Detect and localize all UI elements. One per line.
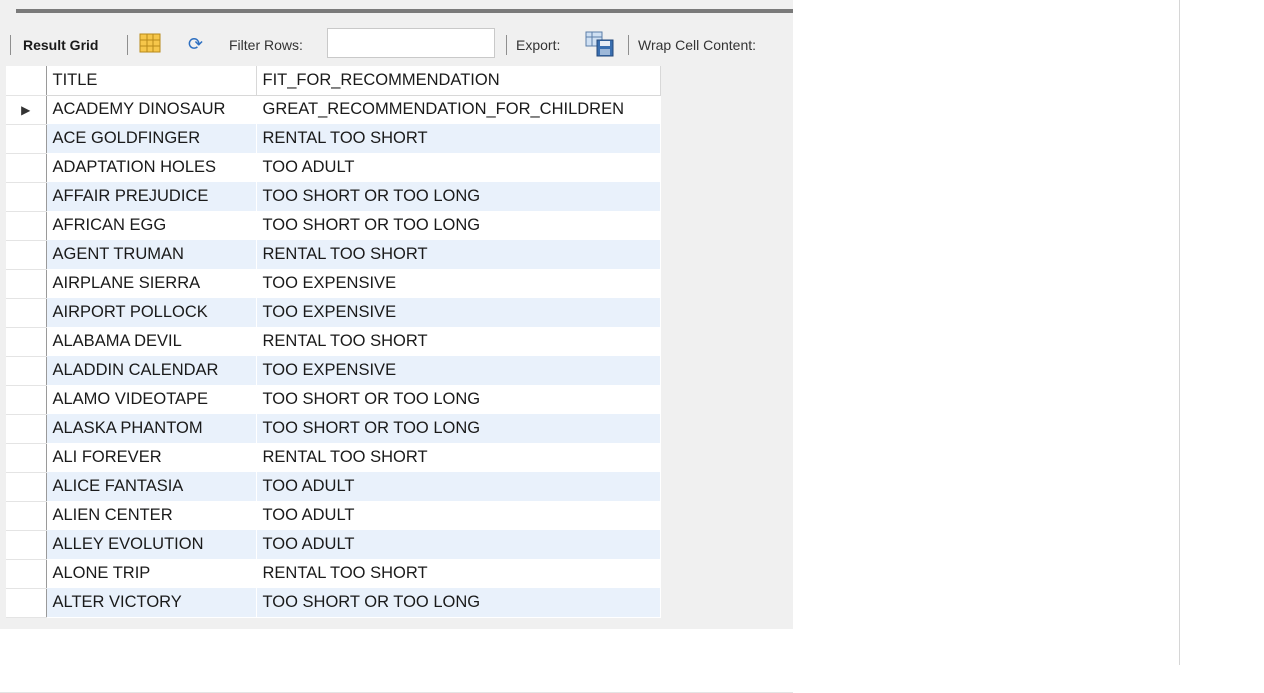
- cell-fit-for-recommendation[interactable]: RENTAL TOO SHORT: [256, 240, 661, 269]
- cell-title[interactable]: ALI FOREVER: [46, 443, 257, 472]
- result-grid-area: TITLE FIT_FOR_RECOMMENDATION ▶ ACADEMY DI…: [0, 64, 793, 693]
- cell-title[interactable]: ALAMO VIDEOTAPE: [46, 385, 257, 414]
- cell-title[interactable]: AIRPORT POLLOCK: [46, 298, 257, 327]
- cell-fit-for-recommendation[interactable]: RENTAL TOO SHORT: [256, 443, 661, 472]
- cell-fit-for-recommendation[interactable]: TOO ADULT: [256, 153, 661, 182]
- table-row[interactable]: ALAMO VIDEOTAPE TOO SHORT OR TOO LONG: [6, 385, 661, 415]
- table-row[interactable]: ACE GOLDFINGER RENTAL TOO SHORT: [6, 124, 661, 154]
- table-row[interactable]: ALONE TRIP RENTAL TOO SHORT: [6, 559, 661, 589]
- cell-title[interactable]: ALICE FANTASIA: [46, 472, 257, 501]
- cell-title[interactable]: AGENT TRUMAN: [46, 240, 257, 269]
- cell-fit-for-recommendation[interactable]: GREAT_RECOMMENDATION_FOR_CHILDREN: [256, 95, 661, 124]
- row-selector[interactable]: [6, 588, 47, 618]
- table-row[interactable]: ALIEN CENTER TOO ADULT: [6, 501, 661, 531]
- row-selector[interactable]: [6, 356, 47, 386]
- cell-title[interactable]: ALASKA PHANTOM: [46, 414, 257, 443]
- row-selector[interactable]: [6, 153, 47, 183]
- column-header-fit-for-recommendation[interactable]: FIT_FOR_RECOMMENDATION: [256, 66, 661, 96]
- row-selector[interactable]: [6, 269, 47, 299]
- table-row[interactable]: ▶ ACADEMY DINOSAUR GREAT_RECOMMENDATION_FO…: [6, 95, 661, 125]
- grid-layout-icon[interactable]: [139, 33, 161, 53]
- wrap-cell-content-label[interactable]: Wrap Cell Content:: [638, 37, 756, 53]
- cell-title[interactable]: ALTER VICTORY: [46, 588, 257, 617]
- cell-title[interactable]: ALABAMA DEVIL: [46, 327, 257, 356]
- toolbar-separator: [127, 35, 128, 55]
- refresh-icon[interactable]: ⟳: [188, 35, 212, 53]
- row-selector[interactable]: [6, 211, 47, 241]
- row-header-corner: [6, 66, 47, 96]
- export-label: Export:: [516, 37, 561, 53]
- cell-title[interactable]: ALLEY EVOLUTION: [46, 530, 257, 559]
- cell-title[interactable]: ACE GOLDFINGER: [46, 124, 257, 153]
- result-grid-label[interactable]: Result Grid: [23, 37, 98, 53]
- table-row[interactable]: ALTER VICTORY TOO SHORT OR TOO LONG: [6, 588, 661, 618]
- cell-fit-for-recommendation[interactable]: TOO ADULT: [256, 472, 661, 501]
- table-row[interactable]: ALASKA PHANTOM TOO SHORT OR TOO LONG: [6, 414, 661, 444]
- cell-fit-for-recommendation[interactable]: TOO SHORT OR TOO LONG: [256, 588, 661, 617]
- cell-fit-for-recommendation[interactable]: TOO SHORT OR TOO LONG: [256, 211, 661, 240]
- table-row[interactable]: AGENT TRUMAN RENTAL TOO SHORT: [6, 240, 661, 270]
- current-row-indicator[interactable]: ▶: [6, 95, 47, 125]
- panel-divider: [1179, 0, 1180, 665]
- cell-fit-for-recommendation[interactable]: TOO ADULT: [256, 501, 661, 530]
- table-row[interactable]: AFFAIR PREJUDICE TOO SHORT OR TOO LONG: [6, 182, 661, 212]
- editor-bottom-strip: [0, 0, 793, 22]
- cell-fit-for-recommendation[interactable]: TOO EXPENSIVE: [256, 269, 661, 298]
- filter-rows-label: Filter Rows:: [229, 37, 303, 53]
- table-row[interactable]: ALI FOREVER RENTAL TOO SHORT: [6, 443, 661, 473]
- row-selector[interactable]: [6, 530, 47, 560]
- cell-title[interactable]: ACADEMY DINOSAUR: [46, 95, 257, 124]
- cell-title[interactable]: AFFAIR PREJUDICE: [46, 182, 257, 211]
- row-selector[interactable]: [6, 298, 47, 328]
- toolbar-separator: [628, 35, 629, 55]
- cell-fit-for-recommendation[interactable]: RENTAL TOO SHORT: [256, 124, 661, 153]
- row-selector[interactable]: [6, 124, 47, 154]
- table-row[interactable]: AFRICAN EGG TOO SHORT OR TOO LONG: [6, 211, 661, 241]
- cell-fit-for-recommendation[interactable]: RENTAL TOO SHORT: [256, 327, 661, 356]
- toolbar-separator: [10, 35, 11, 55]
- row-selector[interactable]: [6, 327, 47, 357]
- result-toolbar: Result Grid ⟳ Filter Rows: Export: Wrap …: [0, 22, 793, 64]
- row-selector[interactable]: [6, 240, 47, 270]
- table-row[interactable]: AIRPLANE SIERRA TOO EXPENSIVE: [6, 269, 661, 299]
- row-selector[interactable]: [6, 414, 47, 444]
- cell-title[interactable]: AFRICAN EGG: [46, 211, 257, 240]
- cell-title[interactable]: AIRPLANE SIERRA: [46, 269, 257, 298]
- column-header-title[interactable]: TITLE: [46, 66, 257, 96]
- row-selector[interactable]: [6, 472, 47, 502]
- table-row[interactable]: ALADDIN CALENDAR TOO EXPENSIVE: [6, 356, 661, 386]
- table-row[interactable]: AIRPORT POLLOCK TOO EXPENSIVE: [6, 298, 661, 328]
- cell-title[interactable]: ADAPTATION HOLES: [46, 153, 257, 182]
- table-row[interactable]: ALICE FANTASIA TOO ADULT: [6, 472, 661, 502]
- table-row[interactable]: ADAPTATION HOLES TOO ADULT: [6, 153, 661, 183]
- cell-title[interactable]: ALADDIN CALENDAR: [46, 356, 257, 385]
- cell-fit-for-recommendation[interactable]: TOO SHORT OR TOO LONG: [256, 414, 661, 443]
- filter-rows-input[interactable]: [327, 28, 495, 58]
- horizontal-scrollbar[interactable]: [16, 9, 793, 13]
- cell-title[interactable]: ALIEN CENTER: [46, 501, 257, 530]
- cell-fit-for-recommendation[interactable]: TOO ADULT: [256, 530, 661, 559]
- cell-title[interactable]: ALONE TRIP: [46, 559, 257, 588]
- result-grid: TITLE FIT_FOR_RECOMMENDATION ▶ ACADEMY DI…: [6, 66, 661, 618]
- cell-fit-for-recommendation[interactable]: TOO SHORT OR TOO LONG: [256, 182, 661, 211]
- cell-fit-for-recommendation[interactable]: TOO EXPENSIVE: [256, 298, 661, 327]
- cell-fit-for-recommendation[interactable]: TOO EXPENSIVE: [256, 356, 661, 385]
- row-selector[interactable]: [6, 501, 47, 531]
- row-selector[interactable]: [6, 385, 47, 415]
- row-selector[interactable]: [6, 443, 47, 473]
- cell-fit-for-recommendation[interactable]: RENTAL TOO SHORT: [256, 559, 661, 588]
- table-row[interactable]: ALABAMA DEVIL RENTAL TOO SHORT: [6, 327, 661, 357]
- grid-header-row: TITLE FIT_FOR_RECOMMENDATION: [6, 66, 661, 96]
- cell-fit-for-recommendation[interactable]: TOO SHORT OR TOO LONG: [256, 385, 661, 414]
- export-icon[interactable]: [584, 30, 616, 58]
- row-selector[interactable]: [6, 559, 47, 589]
- toolbar-separator: [506, 35, 507, 55]
- table-row[interactable]: ALLEY EVOLUTION TOO ADULT: [6, 530, 661, 560]
- row-selector[interactable]: [6, 182, 47, 212]
